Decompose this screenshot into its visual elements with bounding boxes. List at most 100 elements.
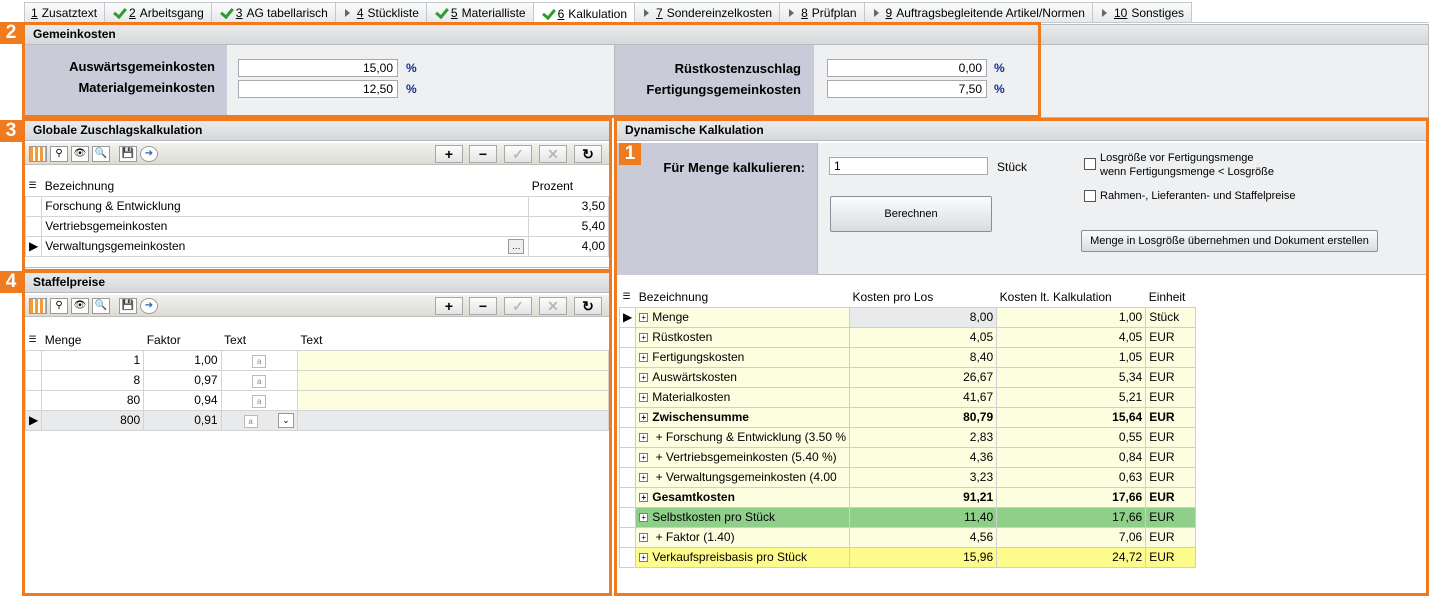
table-row[interactable]: + Gesamtkosten 91,21 17,66 EUR bbox=[618, 486, 1196, 508]
filter-icon[interactable]: ⚲ bbox=[50, 298, 68, 314]
table-row[interactable]: Forschung & Entwicklung 3,50 bbox=[24, 195, 609, 217]
col-prozent[interactable]: Prozent bbox=[529, 176, 609, 196]
badge-1: 1 bbox=[619, 143, 641, 165]
filter-icon[interactable]: ⚲ bbox=[50, 146, 68, 162]
remove-row-button[interactable]: − bbox=[469, 297, 497, 315]
table-row[interactable]: + Materialkosten 41,67 5,21 EUR bbox=[618, 386, 1196, 408]
table-row-selected[interactable]: ▶ + Menge 8,00 1,00 Stück bbox=[618, 306, 1196, 328]
ellipsis-button[interactable]: … bbox=[508, 238, 525, 254]
tab-zusatztext[interactable]: 1 Zusatztext bbox=[24, 2, 106, 23]
text-doc-icon[interactable]: a bbox=[243, 414, 258, 428]
add-row-button[interactable]: + bbox=[435, 297, 463, 315]
col-text2[interactable]: Text bbox=[297, 330, 608, 350]
expand-icon[interactable]: + bbox=[639, 553, 649, 563]
search-icon[interactable]: 🔍 bbox=[92, 146, 110, 162]
table-row[interactable]: + Zwischensumme 80,79 15,64 EUR bbox=[618, 406, 1196, 428]
tab-sondereinzelkosten[interactable]: 7 Sondereinzelkosten bbox=[634, 2, 781, 23]
tab-arbeitsgang[interactable]: 2 Arbeitsgang bbox=[104, 2, 212, 23]
tab-stueckliste[interactable]: 4 Stückliste bbox=[334, 2, 427, 23]
expand-icon[interactable]: + bbox=[639, 413, 649, 423]
expand-icon[interactable]: + bbox=[639, 333, 649, 343]
tab-bar: 1 Zusatztext 2 Arbeitsgang 3 AG tabellarisc… bbox=[24, 2, 1193, 24]
add-row-button[interactable]: + bbox=[435, 145, 463, 163]
fertigung-input[interactable]: 7,50 bbox=[827, 80, 987, 98]
expand-icon[interactable]: + bbox=[639, 493, 649, 503]
eye-icon[interactable]: 👁 bbox=[71, 298, 89, 314]
table-row[interactable]: + + Forschung & Entwicklung (3.50 % 2,83… bbox=[618, 426, 1196, 448]
table-header: ☰ Menge Faktor Text Text bbox=[26, 330, 609, 350]
table-row[interactable]: + + Faktor (1.40) 4,56 7,06 EUR bbox=[618, 526, 1196, 548]
col-bezeichnung[interactable]: Bezeichnung bbox=[636, 287, 850, 307]
table-row[interactable]: + Verkaufspreisbasis pro Stück 15,96 24,7… bbox=[618, 546, 1196, 568]
table-row[interactable]: + Fertigungskosten 8,40 1,05 EUR bbox=[618, 346, 1196, 368]
tab-sonstiges[interactable]: 10 Sonstiges bbox=[1091, 2, 1193, 23]
rahmenpreise-checkbox[interactable] bbox=[1084, 190, 1096, 202]
expand-icon[interactable]: + bbox=[639, 533, 649, 543]
tab-auftragsbegleitende-artikel[interactable]: 9 Auftragsbegleitende Artikel/Normen bbox=[863, 2, 1093, 23]
table-row[interactable]: 80 0,94 a bbox=[24, 389, 610, 411]
grid-icon[interactable] bbox=[29, 146, 47, 162]
table-row[interactable]: + Selbstkosten pro Stück 11,40 17,66 EUR bbox=[618, 506, 1196, 528]
material-input[interactable]: 12,50 bbox=[238, 80, 398, 98]
save-icon[interactable]: 💾 bbox=[119, 146, 137, 162]
cancel-button[interactable]: ✕ bbox=[539, 145, 567, 163]
text-doc-icon[interactable]: a bbox=[252, 374, 267, 388]
table-row[interactable]: 8 0,97 a bbox=[24, 369, 610, 391]
text-doc-icon[interactable]: a bbox=[252, 394, 267, 408]
forward-icon[interactable]: ➔ bbox=[140, 298, 158, 314]
arrow-right-icon bbox=[1101, 9, 1107, 17]
cancel-button[interactable]: ✕ bbox=[539, 297, 567, 315]
expand-icon[interactable]: + bbox=[639, 473, 649, 483]
search-icon[interactable]: 🔍 bbox=[92, 298, 110, 314]
column-menu-icon[interactable]: ☰ bbox=[620, 287, 636, 307]
tab-ag-tabellarisch[interactable]: 3 AG tabellarisch bbox=[210, 2, 336, 23]
eye-icon[interactable]: 👁 bbox=[71, 146, 89, 162]
expand-icon[interactable]: + bbox=[639, 373, 649, 383]
column-menu-icon[interactable]: ☰ bbox=[26, 330, 42, 350]
table-row[interactable]: Vertriebsgemeinkosten 5,40 bbox=[24, 215, 609, 237]
tab-kalkulation[interactable]: 6 Kalkulation bbox=[532, 2, 636, 24]
expand-icon[interactable]: + bbox=[639, 393, 649, 403]
row-pointer-icon: ▶ bbox=[618, 306, 637, 328]
expand-icon[interactable]: + bbox=[639, 433, 649, 443]
losgroesse-label-2: wenn Fertigungsmenge < Losgröße bbox=[1100, 166, 1274, 178]
confirm-button[interactable]: ✓ bbox=[504, 145, 532, 163]
remove-row-button[interactable]: − bbox=[469, 145, 497, 163]
refresh-button[interactable]: ↻ bbox=[574, 297, 602, 315]
menge-input[interactable]: 1 bbox=[829, 157, 988, 175]
col-bezeichnung[interactable]: Bezeichnung bbox=[42, 176, 529, 196]
col-kosten-pro-los[interactable]: Kosten pro Los bbox=[850, 287, 997, 307]
table-row[interactable]: 1 1,00 a bbox=[24, 349, 610, 371]
ruest-input[interactable]: 0,00 bbox=[827, 59, 987, 77]
refresh-button[interactable]: ↻ bbox=[574, 145, 602, 163]
confirm-button[interactable]: ✓ bbox=[504, 297, 532, 315]
text-doc-icon[interactable]: a bbox=[252, 354, 267, 368]
save-icon[interactable]: 💾 bbox=[119, 298, 137, 314]
col-menge[interactable]: Menge bbox=[42, 330, 144, 350]
ruest-label: Rüstkostenzuschlag bbox=[674, 61, 801, 76]
col-faktor[interactable]: Faktor bbox=[144, 330, 221, 350]
col-text1[interactable]: Text bbox=[221, 330, 297, 350]
table-row[interactable]: + + Verwaltungsgemeinkosten (4.00 3,23 0… bbox=[618, 466, 1196, 488]
tab-pruefplan[interactable]: 8 Prüfplan bbox=[779, 2, 865, 23]
table-row-selected[interactable]: ▶ Verwaltungsgemeinkosten… 4,00 bbox=[24, 235, 609, 257]
table-row[interactable]: + Auswärtskosten 26,67 5,34 EUR bbox=[618, 366, 1196, 388]
grid-icon[interactable] bbox=[29, 298, 47, 314]
table-row-selected[interactable]: ▶ 800 0,91 a ⌄ bbox=[24, 409, 610, 431]
berechnen-button[interactable]: Berechnen bbox=[830, 196, 992, 232]
menge-uebernehmen-button[interactable]: Menge in Losgröße übernehmen und Dokumen… bbox=[1081, 230, 1378, 252]
table-row[interactable]: + + Vertriebsgemeinkosten (5.40 %) 4,36 … bbox=[618, 446, 1196, 468]
auswaerts-input[interactable]: 15,00 bbox=[238, 59, 398, 77]
forward-icon[interactable]: ➔ bbox=[140, 146, 158, 162]
column-menu-icon[interactable]: ☰ bbox=[26, 176, 42, 196]
expand-icon[interactable]: + bbox=[639, 353, 649, 363]
col-einheit[interactable]: Einheit bbox=[1146, 287, 1196, 307]
table-row[interactable]: + Rüstkosten 4,05 4,05 EUR bbox=[618, 326, 1196, 348]
col-kosten-kalkulation[interactable]: Kosten lt. Kalkulation bbox=[997, 287, 1146, 307]
losgroesse-checkbox[interactable] bbox=[1084, 158, 1096, 170]
expand-icon[interactable]: + bbox=[639, 513, 649, 523]
chevron-down-icon[interactable]: ⌄ bbox=[277, 412, 294, 428]
expand-icon[interactable]: + bbox=[639, 453, 649, 463]
tab-materialliste[interactable]: 5 Materialliste bbox=[425, 2, 534, 23]
expand-icon[interactable]: + bbox=[639, 313, 649, 323]
